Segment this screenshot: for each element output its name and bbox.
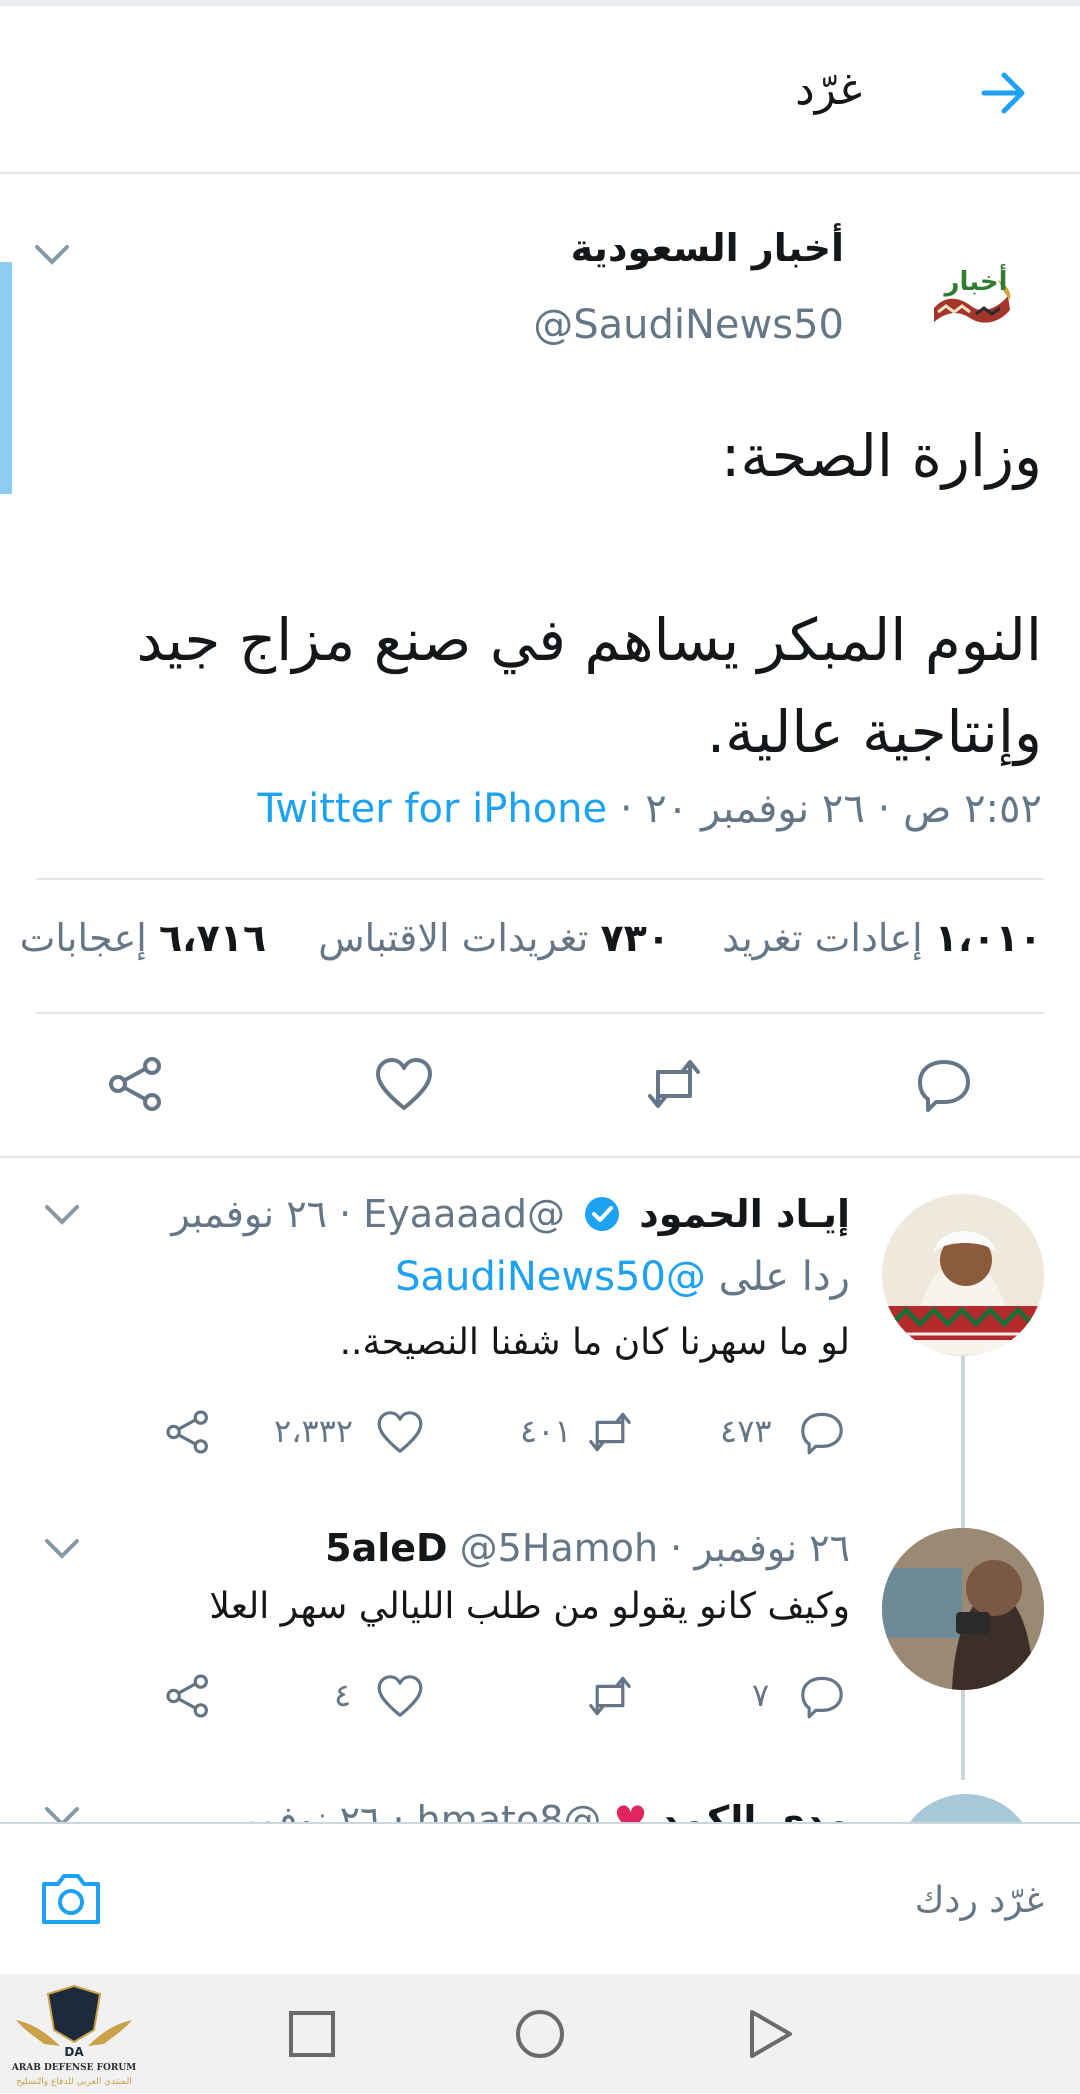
quotes-label: تغريدات الاقتباس — [318, 916, 589, 960]
like-count: ٤ — [334, 1676, 352, 1714]
reply-header: 5aleD @5Hamoh · ٢٦ نوفمبر — [325, 1526, 850, 1570]
tweet-meta: ٢:٥٢ ص · ٢٦ نوفمبر ٢٠ · Twitter for iPho… — [258, 786, 1042, 832]
heart-emoji-icon: ♥ — [613, 1798, 648, 1822]
heart-icon[interactable] — [374, 1054, 434, 1114]
avatar-logo-text: أخبار — [943, 264, 1008, 297]
divider — [36, 1012, 1044, 1014]
tweet-text: وزارة الصحة: النوم المبكر يساهم في صنع م… — [136, 422, 1043, 766]
likes-stat[interactable]: ٦،٧١٦ إعجابات — [20, 916, 267, 960]
watermark-mark: DA — [64, 2045, 84, 2059]
avatar-photo — [882, 1194, 1044, 1356]
watermark-title: ARAB DEFENSE FORUM — [11, 2063, 136, 2073]
like-count: ٢،٣٣٢ — [274, 1412, 354, 1450]
retweets-label: إعادات تغريد — [722, 916, 923, 960]
reply-header: إيـاد الحمود @Eyaaaad · ٢٦ نوفمبر — [171, 1192, 850, 1236]
author-name[interactable]: أخبار السعودية — [571, 226, 844, 270]
tweet-source[interactable]: Twitter for iPhone — [258, 786, 608, 832]
reply-icon[interactable] — [798, 1672, 846, 1720]
header-title: غرّد — [795, 64, 862, 115]
verified-badge-icon — [585, 1197, 620, 1231]
reply-partial: مدى الكمد ♥ @hmato8 · ٢٦ نوفمبر — [0, 1776, 1080, 1822]
reply-text: وكيف كانو يقولو من طلب الليالي سهر العلا — [209, 1586, 850, 1627]
reply-handle[interactable]: @5Hamoh — [460, 1526, 658, 1570]
avatar[interactable] — [896, 1794, 1036, 1822]
reply-date: · ٢٦ نوفمبر — [171, 1192, 352, 1236]
thread-line — [961, 1356, 965, 1536]
retweet-icon[interactable] — [644, 1054, 704, 1114]
back-icon[interactable] — [744, 2008, 796, 2060]
reply-input[interactable]: غرّد ردك — [915, 1880, 1044, 1921]
camera-icon[interactable] — [38, 1866, 104, 1932]
reply-author-name[interactable]: إيـاد الحمود — [639, 1192, 850, 1236]
reply-handle[interactable]: @Eyaaaad — [363, 1192, 565, 1236]
chevron-down-icon[interactable] — [44, 1806, 80, 1822]
avatar-logo: أخبار — [934, 264, 1011, 323]
avatar-photo — [882, 1528, 1044, 1690]
share-icon[interactable] — [164, 1672, 212, 1720]
quotes-count: ٧٣٠ — [600, 916, 671, 960]
retweet-icon[interactable] — [586, 1672, 634, 1720]
reply-text: لو ما سهرنا كان ما شفنا النصيحة.. — [339, 1322, 850, 1363]
author-handle[interactable]: @SaudiNews50 — [533, 302, 844, 348]
reply-to-handle[interactable]: @SaudiNews50 — [395, 1254, 706, 1300]
reply-to-label: ردا على — [718, 1254, 850, 1300]
chevron-down-icon[interactable] — [44, 1204, 80, 1226]
avatar[interactable] — [882, 1194, 1044, 1356]
reply-author-name[interactable]: مدى الكمد — [660, 1798, 850, 1822]
reply-date: · ٢٦ نوفمبر — [224, 1798, 405, 1822]
watermark-subtitle: المنتدى العربي للدفاع والتسليح — [16, 2077, 131, 2087]
chevron-down-icon[interactable] — [34, 244, 70, 266]
retweets-count: ١،٠١٠ — [934, 916, 1042, 960]
share-icon[interactable] — [106, 1054, 166, 1114]
reply-icon[interactable] — [798, 1408, 846, 1456]
share-icon[interactable] — [164, 1408, 212, 1456]
app-header: غرّد — [0, 6, 1080, 174]
watermark-logo: DA ARAB DEFENSE FORUM المنتدى العربي للد… — [4, 1980, 144, 2090]
quotes-stat[interactable]: ٧٣٠ تغريدات الاقتباس — [318, 916, 670, 960]
reply-to: ردا على @SaudiNews50 — [395, 1254, 850, 1300]
retweet-icon[interactable] — [586, 1408, 634, 1456]
back-arrow-icon[interactable] — [976, 66, 1030, 120]
divider — [36, 878, 1044, 880]
reply-icon[interactable] — [914, 1054, 974, 1114]
avatar[interactable] — [882, 1528, 1044, 1690]
reply-author-name[interactable]: 5aleD — [325, 1526, 447, 1570]
tweet-timestamp: ٢:٥٢ ص · ٢٦ نوفمبر ٢٠ · — [619, 786, 1042, 832]
recent-apps-icon[interactable] — [286, 2008, 338, 2060]
reply-count: ٤٧٣ — [720, 1412, 772, 1450]
retweet-count: ٤٠١ — [520, 1412, 572, 1450]
section-separator — [0, 1156, 1080, 1158]
avatar[interactable]: أخبار — [916, 240, 1026, 350]
tweet-stats: ١،٠١٠ إعادات تغريد ٧٣٠ تغريدات الاقتباس … — [0, 916, 1042, 960]
reply-handle[interactable]: @hmato8 — [417, 1798, 602, 1822]
reply-count: ٧ — [752, 1676, 770, 1714]
home-icon[interactable] — [514, 2008, 566, 2060]
compose-bar: غرّد ردك — [0, 1822, 1080, 1974]
heart-icon[interactable] — [376, 1672, 424, 1720]
likes-count: ٦،٧١٦ — [158, 916, 267, 960]
thread-line — [961, 1690, 965, 1780]
reply-header: مدى الكمد ♥ @hmato8 · ٢٦ نوفمبر — [225, 1798, 850, 1822]
heart-icon[interactable] — [376, 1408, 424, 1456]
system-nav-bar — [0, 1974, 1080, 2093]
likes-label: إعجابات — [19, 916, 147, 960]
reply-date: · ٢٦ نوفمبر — [670, 1526, 850, 1570]
chevron-down-icon[interactable] — [44, 1538, 80, 1560]
retweets-stat[interactable]: ١،٠١٠ إعادات تغريد — [722, 916, 1042, 960]
scroll-indicator — [0, 262, 12, 494]
